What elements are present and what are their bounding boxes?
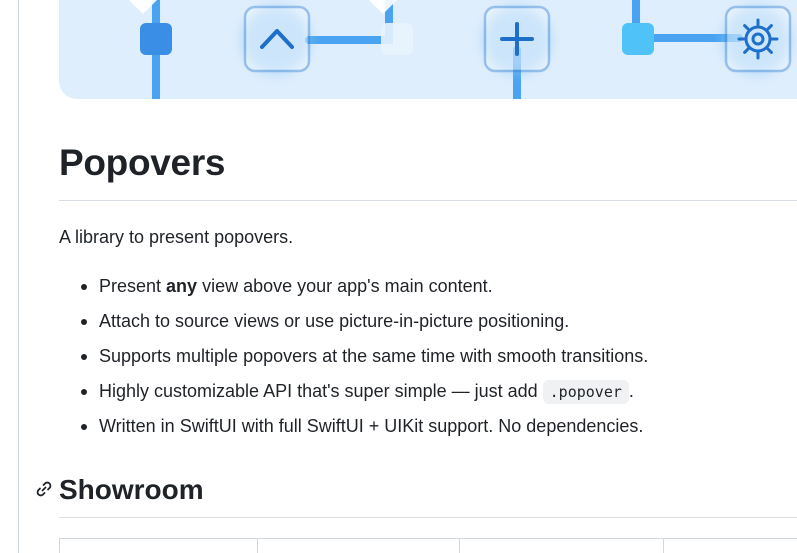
hero-banner xyxy=(59,0,797,99)
bullet-icon xyxy=(81,354,87,360)
section-heading: Showroom xyxy=(59,474,204,505)
list-item: Highly customizable API that's super sim… xyxy=(59,377,648,412)
left-border xyxy=(18,0,19,553)
node-square xyxy=(622,23,654,55)
bullet-icon xyxy=(81,319,87,325)
bullet-icon xyxy=(81,284,87,290)
node-square xyxy=(140,23,172,55)
list-item: Attach to source views or use picture-in… xyxy=(59,307,648,342)
table-cell xyxy=(663,539,797,553)
table-cell xyxy=(60,539,258,553)
section-divider xyxy=(59,517,797,518)
title-divider xyxy=(59,200,797,201)
gear-icon xyxy=(724,5,792,73)
page-title: Popovers xyxy=(59,142,226,183)
bullet-icon xyxy=(81,424,87,430)
list-item: Supports multiple popovers at the same t… xyxy=(59,342,648,377)
readme-page: Popovers A library to present popovers. … xyxy=(0,0,797,553)
inline-code: .popover xyxy=(542,380,629,404)
node-square xyxy=(381,23,413,55)
link-icon[interactable] xyxy=(34,479,54,499)
chevron-up-icon xyxy=(243,5,311,73)
table-cell xyxy=(459,539,664,553)
list-item: Written in SwiftUI with full SwiftUI + U… xyxy=(59,412,648,447)
plus-icon xyxy=(483,5,551,73)
list-item: Present any view above your app's main c… xyxy=(59,272,648,307)
emphasis-text: any xyxy=(166,276,198,296)
showroom-table xyxy=(59,538,797,553)
feature-list: Present any view above your app's main c… xyxy=(59,272,648,447)
bullet-icon xyxy=(81,389,87,395)
table-cell xyxy=(257,539,460,553)
intro-text: A library to present popovers. xyxy=(59,227,294,247)
